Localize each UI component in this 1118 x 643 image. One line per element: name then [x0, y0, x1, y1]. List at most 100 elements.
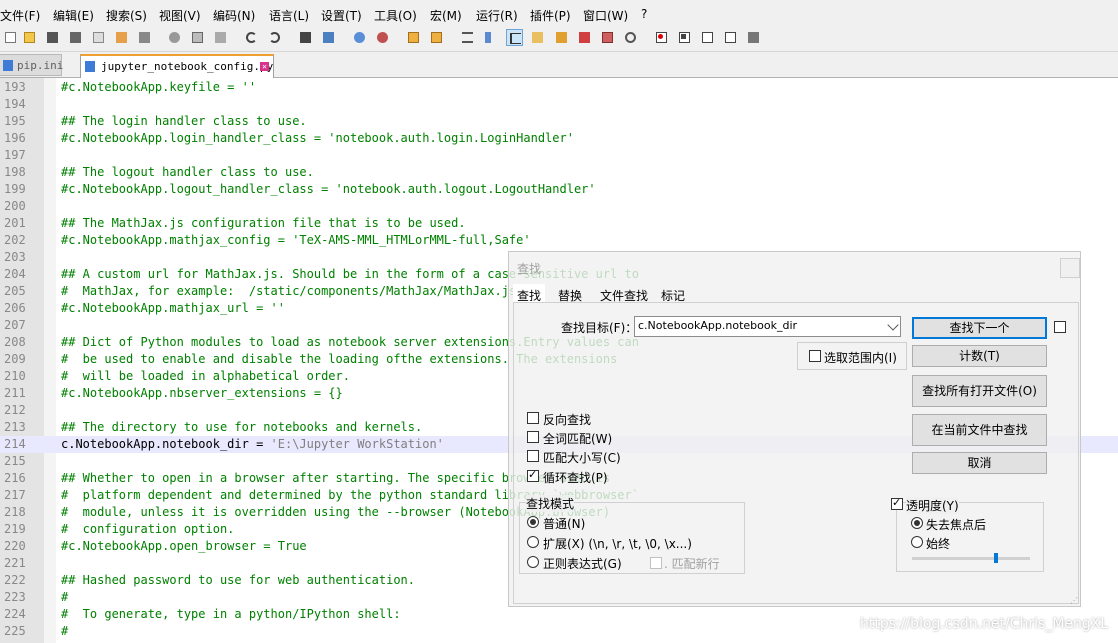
save-macro-icon[interactable]: [745, 29, 762, 46]
menu-encoding[interactable]: 编码(N): [213, 7, 255, 24]
count-button[interactable]: 计数(T): [912, 345, 1047, 367]
transparency-slider-track[interactable]: [912, 557, 1030, 560]
copy-icon[interactable]: [189, 29, 206, 46]
save-all-icon[interactable]: [67, 29, 84, 46]
backward-checkbox[interactable]: [527, 412, 539, 424]
show-all-chars-icon[interactable]: [482, 29, 499, 46]
word-wrap-icon[interactable]: [459, 29, 476, 46]
code-text: #c.NotebookApp.keyfile = '': [61, 80, 257, 94]
menu-file[interactable]: 文件(F): [0, 7, 40, 24]
mode-regex-radio[interactable]: [527, 556, 539, 568]
toolbar: [0, 26, 1118, 52]
close-tab-icon[interactable]: ✕: [260, 62, 269, 71]
find-input[interactable]: c.NotebookApp.notebook_dir: [634, 316, 901, 337]
cancel-button[interactable]: 取消: [912, 452, 1047, 474]
line-number: 197: [4, 148, 26, 162]
transparency-checkbox[interactable]: [891, 496, 903, 510]
close-icon[interactable]: [90, 29, 107, 46]
on-lose-focus-radio[interactable]: [911, 517, 923, 529]
open-file-icon[interactable]: [21, 29, 38, 46]
match-newline-checkbox[interactable]: [650, 557, 662, 569]
menu-run[interactable]: 运行(R): [476, 7, 518, 24]
code-line[interactable]: 196 #c.NotebookApp.login_handler_class = …: [0, 130, 1118, 147]
run-macro-multiple-icon[interactable]: [722, 29, 739, 46]
code-text: ## The logout handler class to use.: [61, 165, 314, 179]
wrap-around-label: 循环查找(P): [543, 471, 608, 485]
monitor-icon[interactable]: [622, 29, 639, 46]
line-number: 209: [4, 352, 26, 366]
menu-search[interactable]: 搜索(S): [106, 7, 147, 24]
wrap-around-checkbox[interactable]: [527, 468, 539, 482]
tab-find[interactable]: 查找: [513, 284, 546, 303]
find-next-button[interactable]: 查找下一个: [912, 317, 1047, 339]
undo-icon[interactable]: [243, 29, 260, 46]
whole-word-checkbox[interactable]: [527, 431, 539, 443]
always-radio[interactable]: [911, 536, 923, 548]
code-line[interactable]: 197: [0, 147, 1118, 164]
play-macro-icon[interactable]: [699, 29, 716, 46]
paste-icon[interactable]: [212, 29, 229, 46]
sync-vertical-icon[interactable]: [405, 29, 422, 46]
menu-help[interactable]: ?: [641, 7, 647, 21]
code-line[interactable]: 202 #c.NotebookApp.mathjax_config = 'TeX-…: [0, 232, 1118, 249]
find-all-opened-button[interactable]: 查找所有打开文件(O): [912, 375, 1047, 407]
tab-jupyter-config[interactable]: jupyter_notebook_config.py ✕: [80, 54, 274, 78]
udl-icon[interactable]: [529, 29, 546, 46]
save-icon[interactable]: [44, 29, 61, 46]
function-list-icon[interactable]: [576, 29, 593, 46]
code-text: ## The directory to use for notebooks an…: [61, 420, 423, 434]
mode-extended-radio[interactable]: [527, 536, 539, 548]
menu-macro[interactable]: 宏(M): [430, 7, 462, 24]
code-line[interactable]: 199 #c.NotebookApp.logout_handler_class =…: [0, 181, 1118, 198]
code-line[interactable]: 200: [0, 198, 1118, 215]
resize-grip[interactable]: ⋰: [1070, 596, 1078, 605]
line-number: 211: [4, 386, 26, 400]
code-line[interactable]: 198 ## The logout handler class to use.: [0, 164, 1118, 181]
mode-extended-label: 扩展(X) (\n, \r, \t, \0, \x...): [543, 537, 692, 551]
tab-find-in-files[interactable]: 文件查找: [596, 284, 652, 303]
code-line[interactable]: 195 ## The login handler class to use.: [0, 113, 1118, 130]
mode-normal-radio[interactable]: [527, 516, 539, 528]
sync-horizontal-icon[interactable]: [428, 29, 445, 46]
mode-regex-label: 正则表达式(G): [543, 557, 622, 571]
code-line[interactable]: 201 ## The MathJax.js configuration file …: [0, 215, 1118, 232]
menu-settings[interactable]: 设置(T): [321, 7, 362, 24]
menu-window[interactable]: 窗口(W): [583, 7, 628, 24]
mode-normal-label: 普通(N): [543, 517, 586, 531]
zoom-out-icon[interactable]: [374, 29, 391, 46]
zoom-in-icon[interactable]: [351, 29, 368, 46]
close-all-icon[interactable]: [113, 29, 130, 46]
folder-workspace-icon[interactable]: [599, 29, 616, 46]
code-line[interactable]: 194: [0, 96, 1118, 113]
code-line[interactable]: 193 #c.NotebookApp.keyfile = '': [0, 79, 1118, 96]
menu-view[interactable]: 视图(V): [159, 7, 201, 24]
line-number: 203: [4, 250, 26, 264]
menu-plugins[interactable]: 插件(P): [530, 7, 571, 24]
in-selection-checkbox[interactable]: [809, 350, 821, 362]
indent-guide-icon[interactable]: [506, 29, 523, 46]
print-icon[interactable]: [136, 29, 153, 46]
doc-map-icon[interactable]: [553, 29, 570, 46]
record-macro-icon[interactable]: [653, 29, 670, 46]
match-case-checkbox[interactable]: [527, 450, 539, 462]
new-file-icon[interactable]: [2, 29, 19, 46]
line-number: 198: [4, 165, 26, 179]
find-in-current-button[interactable]: 在当前文件中查找: [912, 414, 1047, 446]
chevron-down-icon[interactable]: [887, 319, 899, 331]
find-icon[interactable]: [297, 29, 314, 46]
tab-pip-ini[interactable]: pip.ini: [0, 54, 63, 76]
menu-language[interactable]: 语言(L): [269, 7, 309, 24]
tab-replace[interactable]: 替换: [554, 284, 586, 303]
cut-icon[interactable]: [166, 29, 183, 46]
redo-icon[interactable]: [266, 29, 283, 46]
code-text: #c.NotebookApp.open_browser = True: [61, 539, 307, 553]
tab-mark[interactable]: 标记: [657, 284, 689, 303]
menu-edit[interactable]: 编辑(E): [53, 7, 94, 24]
replace-icon[interactable]: [320, 29, 337, 46]
stop-record-icon[interactable]: [676, 29, 693, 46]
find-next-option-checkbox[interactable]: [1054, 321, 1066, 333]
line-code: #: [61, 589, 68, 606]
menu-tools[interactable]: 工具(O): [374, 7, 417, 24]
transparency-slider-thumb[interactable]: [994, 553, 998, 563]
dialog-close-button[interactable]: [1060, 258, 1080, 278]
